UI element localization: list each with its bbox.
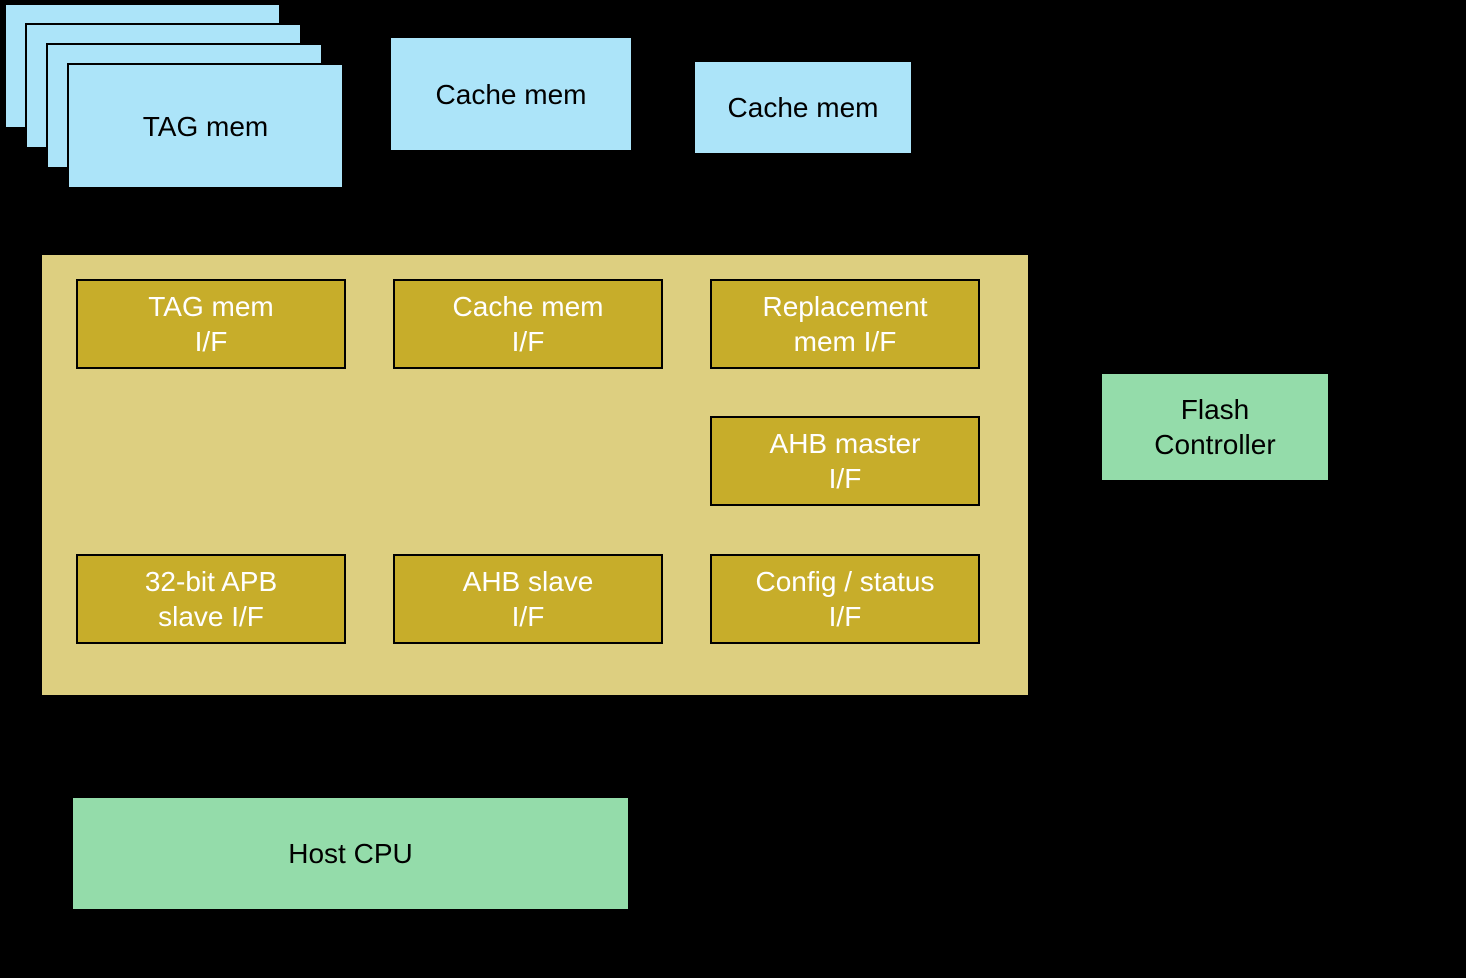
- tag-mem-label: TAG mem: [143, 109, 268, 144]
- tag-mem-block: TAG mem: [67, 63, 344, 189]
- ahb-slave-if-label: AHB slave I/F: [463, 564, 594, 634]
- arrowhead-ahb-up: [516, 698, 536, 716]
- arrowhead-cache1-up: [500, 152, 520, 170]
- arrow-ahb-to-host: [524, 712, 529, 782]
- tag-mem-if-block: TAG mem I/F: [76, 279, 346, 369]
- replacement-mem-if-label: Replacement mem I/F: [763, 289, 928, 359]
- flash-controller-block: Flash Controller: [1100, 372, 1330, 482]
- arrowhead-tag-up: [189, 189, 209, 207]
- cache-mem-label-2: Cache mem: [728, 90, 879, 125]
- cache-mem-if-block: Cache mem I/F: [393, 279, 663, 369]
- arrow-ctrl-to-flash: [1044, 424, 1086, 429]
- host-cpu-block: Host CPU: [71, 796, 630, 911]
- arrowhead-cache1-down: [500, 237, 520, 255]
- arrow-apb-to-host: [207, 712, 212, 782]
- ahb-slave-if-block: AHB slave I/F: [393, 554, 663, 644]
- arrowhead-apb-down: [199, 778, 219, 796]
- cache-mem-block-1: Cache mem: [389, 36, 633, 152]
- arrowhead-cache2-down: [792, 237, 812, 255]
- diagram-canvas: TAG mem Cache mem Cache mem TAG mem I/F …: [0, 0, 1466, 978]
- arrowhead-config-down: [834, 769, 854, 787]
- arrow-config-out: [842, 697, 847, 773]
- arrowhead-cache2-up: [792, 155, 812, 173]
- cache-mem-label-1: Cache mem: [436, 77, 587, 112]
- host-cpu-label: Host CPU: [288, 836, 412, 871]
- ahb-master-if-label: AHB master I/F: [770, 426, 921, 496]
- ahb-master-if-block: AHB master I/F: [710, 416, 980, 506]
- cache-mem-if-label: Cache mem I/F: [453, 289, 604, 359]
- replacement-mem-if-block: Replacement mem I/F: [710, 279, 980, 369]
- apb-slave-if-block: 32-bit APB slave I/F: [76, 554, 346, 644]
- arrow-cache2-to-if: [800, 167, 805, 240]
- config-status-if-label: Config / status I/F: [756, 564, 935, 634]
- arrowhead-flash-right: [1082, 416, 1100, 436]
- arrowhead-flash-left: [1030, 416, 1048, 436]
- flash-controller-label: Flash Controller: [1154, 392, 1275, 462]
- arrowhead-ahb-down: [516, 778, 536, 796]
- config-status-if-block: Config / status I/F: [710, 554, 980, 644]
- cache-mem-block-2: Cache mem: [693, 60, 913, 155]
- arrowhead-tag-down: [189, 237, 209, 255]
- tag-mem-if-label: TAG mem I/F: [148, 289, 273, 359]
- apb-slave-if-label: 32-bit APB slave I/F: [145, 564, 277, 634]
- arrow-cache1-to-if: [508, 164, 513, 240]
- arrowhead-apb-up: [199, 698, 219, 716]
